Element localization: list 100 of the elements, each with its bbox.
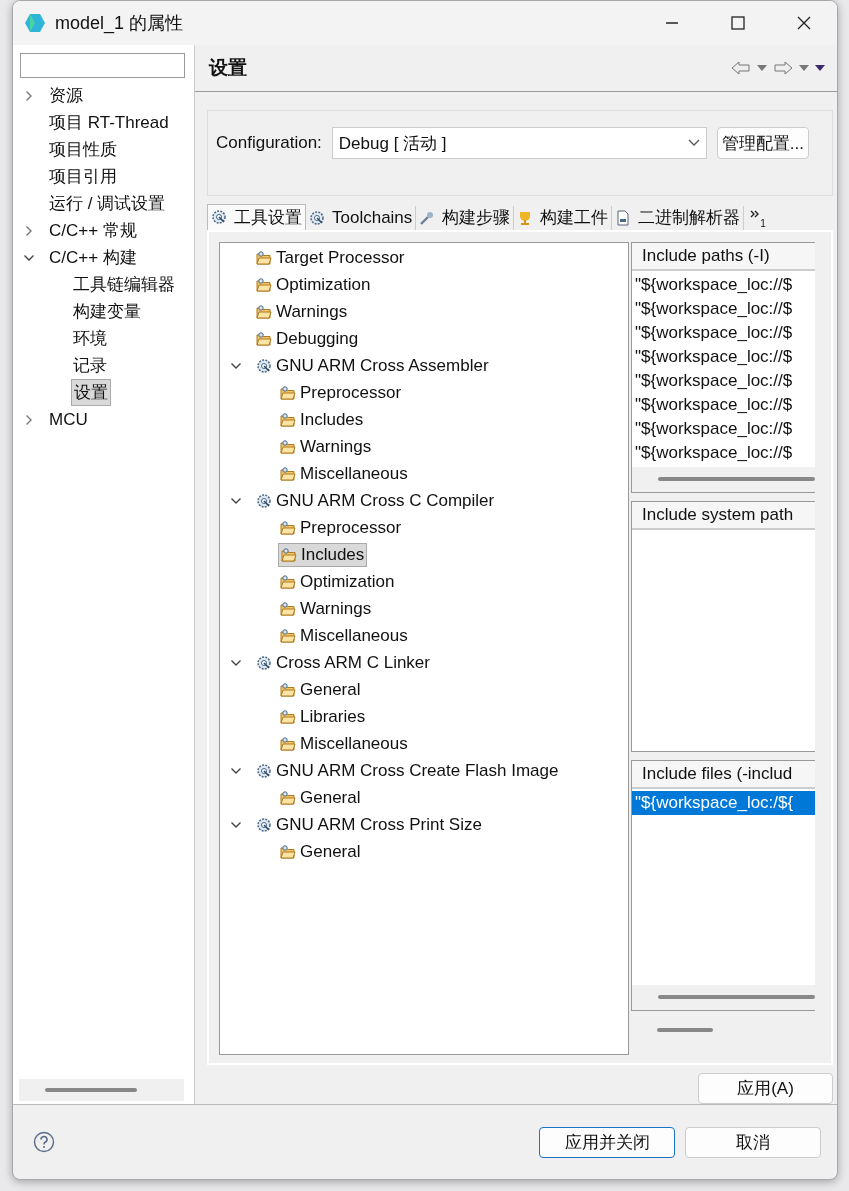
filter-field[interactable] [20, 53, 185, 78]
folder-icon [280, 709, 296, 726]
tree-item[interactable]: MCU [47, 408, 90, 431]
folder-icon [256, 250, 272, 267]
maximize-icon[interactable] [731, 16, 745, 30]
folder-icon [280, 412, 296, 429]
gear-icon [256, 817, 272, 834]
tree-item[interactable]: GNU ARM Cross Print Size [254, 814, 484, 837]
gear-icon [211, 209, 227, 226]
folder-icon [280, 682, 296, 699]
list-item[interactable]: "${workspace_loc://$ [632, 320, 815, 345]
tree-item[interactable]: Miscellaneous [278, 733, 410, 756]
tree-item[interactable]: 资源 [47, 83, 85, 108]
tree-item[interactable]: Optimization [278, 571, 397, 594]
tree-item[interactable]: GNU ARM Cross Assembler [254, 355, 491, 378]
help-icon[interactable] [33, 1131, 55, 1153]
gear-icon [256, 358, 272, 375]
gear-icon [256, 493, 272, 510]
folder-icon [280, 466, 296, 483]
tree-item[interactable]: 运行 / 调试设置 [47, 191, 168, 216]
folder-icon [280, 439, 296, 456]
list-item[interactable]: "${workspace_loc://$ [632, 368, 815, 393]
folder-icon [280, 628, 296, 645]
tree-item[interactable]: 构建变量 [71, 299, 143, 324]
list-header: Include paths (-I) [632, 242, 815, 271]
folder-icon [256, 331, 272, 348]
gear-icon [256, 655, 272, 672]
tree-item[interactable]: Includes [278, 409, 366, 432]
tree-item[interactable]: Warnings [254, 301, 350, 324]
tree-item[interactable]: Includes [278, 543, 368, 568]
window-title: model_1 的属性 [55, 12, 185, 35]
forward-icon[interactable] [773, 60, 793, 77]
list-box[interactable]: "${workspace_loc:/${ [632, 788, 815, 985]
tree-item[interactable]: 项目性质 [47, 137, 119, 162]
tree-item[interactable]: 项目引用 [47, 164, 119, 189]
binary-file-icon [615, 209, 632, 226]
list-item[interactable]: "${workspace_loc://$ [632, 392, 815, 417]
list-item[interactable]: "${workspace_loc://$ [632, 272, 815, 297]
tree-item[interactable]: GNU ARM Cross Create Flash Image [254, 760, 561, 783]
tree-item[interactable]: 记录 [71, 353, 109, 378]
double-chevron-icon[interactable] [750, 209, 761, 220]
page-title: 设置 [209, 56, 248, 81]
folder-icon [281, 547, 297, 564]
tree-item[interactable]: General [278, 787, 363, 810]
tree-item[interactable]: Warnings [278, 598, 374, 621]
list-item[interactable]: "${workspace_loc://$ [632, 296, 815, 321]
tree-item[interactable]: Libraries [278, 706, 368, 729]
tab[interactable]: 工具设置 [207, 203, 306, 230]
back-icon[interactable] [731, 60, 751, 77]
list-item[interactable]: "${workspace_loc://$ [632, 416, 815, 441]
close-icon[interactable] [797, 16, 811, 30]
folder-icon [280, 520, 296, 537]
tree-item[interactable]: 项目 RT-Thread [47, 110, 171, 135]
tree-item[interactable]: 环境 [71, 326, 109, 351]
tree-item[interactable]: 工具链编辑器 [71, 272, 177, 297]
list-item[interactable]: "${workspace_loc://$ [632, 440, 815, 465]
tree-item[interactable]: 设置 [71, 379, 111, 406]
tree-item[interactable]: Cross ARM C Linker [254, 652, 432, 675]
tree-item[interactable]: Miscellaneous [278, 625, 410, 648]
scrollbar[interactable] [19, 1079, 184, 1101]
folder-icon [256, 304, 272, 321]
list-item[interactable]: "${workspace_loc:/${ [632, 790, 815, 815]
folder-icon [280, 844, 296, 861]
folder-icon [280, 601, 296, 618]
wrench-icon [419, 209, 436, 226]
folder-icon [256, 277, 272, 294]
app-logo-icon [23, 11, 47, 35]
folder-icon [280, 574, 296, 591]
view-menu-icon[interactable] [815, 65, 825, 72]
hidden-tab-count: 1 [760, 217, 766, 229]
folder-icon [280, 385, 296, 402]
tree-item[interactable]: Preprocessor [278, 517, 404, 540]
manage-configurations-button[interactable]: 管理配置... [716, 127, 809, 160]
tree-item[interactable]: Target Processor [254, 247, 407, 270]
tree-item[interactable]: General [278, 841, 363, 864]
tree-item[interactable]: Optimization [254, 274, 373, 297]
apply-and-close-button[interactable]: 应用并关闭 [539, 1126, 675, 1158]
tree-item[interactable]: C/C++ 常规 [47, 218, 139, 243]
tree-item[interactable]: Miscellaneous [278, 463, 410, 486]
list-box[interactable]: "${workspace_loc://$ "${workspace_loc://$ "${workspace_loc://$ "${workspace_loc://$ "${workspace_loc://$ "${workspace_loc://$ "${workspace_loc://$ "${workspace_loc://$ [632, 270, 815, 467]
chevron-down-icon [687, 139, 700, 148]
apply-button[interactable]: 应用(A) [698, 1073, 833, 1104]
gear-icon [256, 763, 272, 780]
list-header: Include system path [632, 501, 815, 530]
cancel-button[interactable]: 取消 [685, 1126, 821, 1158]
tree-item[interactable]: General [278, 679, 363, 702]
folder-icon [280, 790, 296, 807]
tree-item[interactable]: Warnings [278, 436, 374, 459]
gear-icon [309, 209, 325, 226]
tree-item[interactable]: Preprocessor [278, 382, 404, 405]
folder-icon [280, 736, 296, 753]
tree-item[interactable]: GNU ARM Cross C Compiler [254, 490, 497, 513]
configuration-label: Configuration: [216, 132, 322, 155]
tree-item[interactable]: C/C++ 构建 [47, 245, 139, 270]
list-item[interactable]: "${workspace_loc://$ [632, 344, 815, 369]
configuration-dropdown[interactable]: Debug [ 活动 ] [331, 127, 707, 160]
dropdown-icon[interactable] [799, 65, 809, 72]
dropdown-icon[interactable] [757, 65, 767, 72]
list-header: Include files (-includ [632, 760, 815, 789]
tree-item[interactable]: Debugging [254, 328, 361, 351]
